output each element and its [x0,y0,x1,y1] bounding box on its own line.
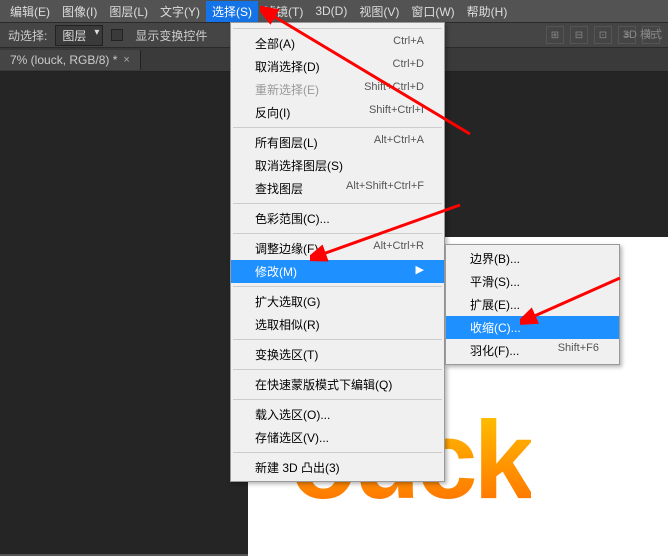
menu-item-label: 选取相似(R) [255,316,320,333]
menu-item-label: 取消选择图层(S) [255,157,343,174]
menu-item-label: 反向(I) [255,104,290,121]
menu-item[interactable]: 在快速蒙版模式下编辑(Q) [231,373,444,396]
menu-item-label: 扩展(E)... [470,296,520,313]
menu-3D[interactable]: 3D(D) [309,2,353,20]
menu-item: 重新选择(E) Shift+Ctrl+D [231,78,444,101]
separator [233,369,442,370]
close-icon[interactable]: × [123,54,129,66]
show-transform-label: 显示变换控件 [135,27,207,44]
align-icon[interactable]: ⊡ [594,26,612,44]
menu-item[interactable]: 修改(M) ▶ [231,260,444,283]
menu-item-label: 在快速蒙版模式下编辑(Q) [255,376,392,393]
menu-bar: 编辑(E)图像(I)图层(L)文字(Y)选择(S)滤镜(T)3D(D)视图(V)… [0,0,668,22]
menu-item-label: 存储选区(V)... [255,429,329,446]
menu-item[interactable]: 所有图层(L) Alt+Ctrl+A [231,131,444,154]
menu-item-label: 边界(B)... [470,250,520,267]
menu-item[interactable]: 全部(A) Ctrl+A [231,32,444,55]
menu-图像[interactable]: 图像(I) [56,1,103,22]
separator [233,127,442,128]
menu-item-label: 平滑(S)... [470,273,520,290]
menu-选择[interactable]: 选择(S) [206,1,258,22]
align-icon[interactable]: ⊞ [546,26,564,44]
menu-item[interactable]: 羽化(F)... Shift+F6 [446,339,619,362]
menu-item[interactable]: 边界(B)... [446,247,619,270]
menu-窗口[interactable]: 窗口(W) [405,1,460,22]
menu-item[interactable]: 查找图层 Alt+Shift+Ctrl+F [231,177,444,200]
separator [233,286,442,287]
separator [233,399,442,400]
shortcut: Ctrl+A [393,35,424,52]
menu-item-label: 取消选择(D) [255,58,320,75]
separator [233,233,442,234]
menu-item-label: 查找图层 [255,180,303,197]
menu-item-label: 色彩范围(C)... [255,210,330,227]
menu-item[interactable]: 调整边缘(F)... Alt+Ctrl+R [231,237,444,260]
shortcut: Shift+F6 [558,342,599,359]
menu-图层[interactable]: 图层(L) [103,1,154,22]
menu-帮助[interactable]: 帮助(H) [461,1,514,22]
menu-item-label: 收缩(C)... [470,319,521,336]
shortcut: Alt+Ctrl+R [373,240,424,257]
menu-item[interactable]: 取消选择(D) Ctrl+D [231,55,444,78]
target-layer-combo[interactable]: 图层 [55,25,103,46]
menu-item-label: 变换选区(T) [255,346,318,363]
menu-item[interactable]: 变换选区(T) [231,343,444,366]
separator [233,28,442,29]
tab-title: 7% (louck, RGB/8) * [10,53,117,67]
modify-submenu: 边界(B)... 平滑(S)... 扩展(E)... 收缩(C)... 羽化(F)...… [445,244,620,365]
menu-item[interactable]: 选取相似(R) [231,313,444,336]
align-icon[interactable]: ⊟ [570,26,588,44]
menu-item-label: 所有图层(L) [255,134,318,151]
menu-item-label: 扩大选取(G) [255,293,320,310]
menu-滤镜[interactable]: 滤镜(T) [258,1,309,22]
shortcut: Ctrl+D [393,58,424,75]
shortcut: Shift+Ctrl+I [369,104,424,121]
menu-item[interactable]: 取消选择图层(S) [231,154,444,177]
select-menu: 全部(A) Ctrl+A 取消选择(D) Ctrl+D 重新选择(E) Shift+Ctr… [230,22,445,482]
menu-文字[interactable]: 文字(Y) [154,1,206,22]
menu-item[interactable]: 扩展(E)... [446,293,619,316]
menu-item-label: 载入选区(O)... [255,406,330,423]
shortcut: Shift+Ctrl+D [364,81,424,98]
show-transform-checkbox[interactable] [111,29,123,41]
menu-item-label: 新建 3D 凸出(3) [255,459,340,476]
separator [233,203,442,204]
menu-item[interactable]: 平滑(S)... [446,270,619,293]
menu-item[interactable]: 存储选区(V)... [231,426,444,449]
menu-item[interactable]: 反向(I) Shift+Ctrl+I [231,101,444,124]
menu-item-label: 羽化(F)... [470,342,519,359]
menu-item[interactable]: 收缩(C)... [446,316,619,339]
menu-item-label: 全部(A) [255,35,295,52]
mode-3d-label: 3D 模式 [623,26,662,42]
shortcut: Alt+Ctrl+A [374,134,424,151]
menu-item[interactable]: 扩大选取(G) [231,290,444,313]
menu-item-label: 调整边缘(F)... [255,240,328,257]
document-tab[interactable]: 7% (louck, RGB/8) * × [0,50,141,70]
menu-视图[interactable]: 视图(V) [353,1,405,22]
submenu-arrow-icon: ▶ [416,263,424,280]
menu-item-label: 修改(M) [255,263,297,280]
menu-item[interactable]: 新建 3D 凸出(3) [231,456,444,479]
menu-编辑[interactable]: 编辑(E) [4,1,56,22]
menu-item[interactable]: 色彩范围(C)... [231,207,444,230]
toolbar-label: 动选择: [8,27,47,44]
shortcut: Alt+Shift+Ctrl+F [346,180,424,197]
separator [233,452,442,453]
separator [233,339,442,340]
menu-item-label: 重新选择(E) [255,81,319,98]
menu-item[interactable]: 载入选区(O)... [231,403,444,426]
